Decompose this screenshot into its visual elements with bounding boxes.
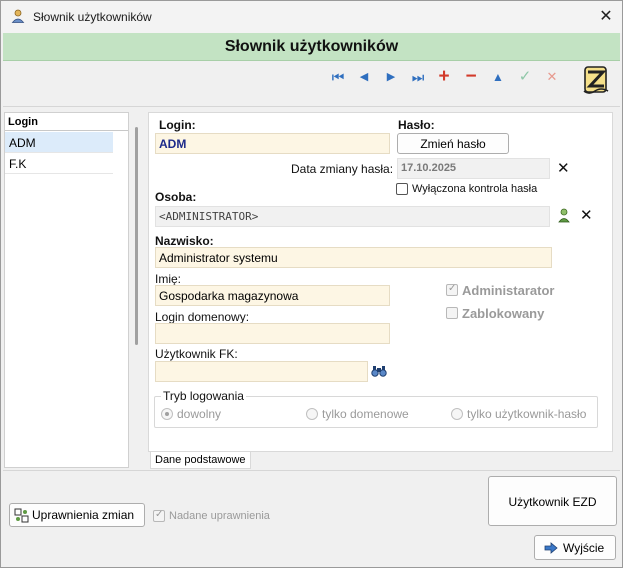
login-mode-domain-radio[interactable]	[306, 408, 318, 420]
domain-login-field[interactable]	[155, 323, 390, 344]
cancel-record-icon[interactable]: ✕	[543, 68, 561, 86]
list-item[interactable]: F.K	[5, 153, 113, 174]
clear-person-icon[interactable]: ✕	[580, 208, 593, 223]
surname-field[interactable]: Administrator systemu	[155, 247, 552, 268]
list-column-header: Login	[5, 113, 128, 131]
login-label: Login:	[159, 118, 196, 132]
app-window: Słownik użytkowników ✕ Słownik użytkowni…	[0, 0, 623, 568]
login-mode-user-password-radio[interactable]	[451, 408, 463, 420]
blocked-checkbox[interactable]	[446, 307, 458, 319]
last-record-icon[interactable]: ⏭	[409, 68, 427, 86]
clear-date-icon[interactable]: ✕	[557, 161, 570, 176]
domain-login-label: Login domenowy:	[155, 310, 250, 324]
bottom-divider	[3, 470, 620, 471]
first-name-field[interactable]: Gospodarka magazynowa	[155, 285, 390, 306]
select-person-icon[interactable]	[557, 208, 571, 223]
close-icon[interactable]: ✕	[595, 6, 617, 28]
users-list: Login ADM F.K	[4, 112, 129, 468]
scroll-logo-icon	[583, 66, 609, 94]
granted-permissions-checkbox[interactable]	[153, 509, 165, 522]
page-title: Słownik użytkowników	[224, 38, 399, 55]
change-password-button[interactable]: Zmień hasło	[397, 133, 509, 154]
login-mode-any-radio[interactable]	[161, 408, 173, 420]
permissions-icon	[14, 508, 29, 523]
tab-basic-data[interactable]: Dane podstawowe	[150, 452, 251, 469]
fk-user-label: Użytkownik FK:	[155, 347, 238, 361]
window-title: Słownik użytkowników	[33, 10, 152, 24]
first-record-icon[interactable]: ⏮	[329, 68, 347, 86]
next-record-icon[interactable]: ▶	[382, 68, 400, 86]
header-band: Słownik użytkowników	[3, 33, 620, 61]
first-name-label: Imię:	[155, 272, 182, 286]
login-mode-legend: Tryb logowania	[161, 389, 246, 403]
binoculars-icon[interactable]	[371, 365, 387, 377]
administrator-checkbox[interactable]	[446, 283, 458, 296]
person-field: <ADMINISTRATOR>	[155, 206, 550, 227]
login-mode-domain-label: tylko domenowe	[322, 407, 409, 421]
granted-permissions-label: Nadane uprawnienia	[169, 510, 270, 522]
login-field[interactable]: ADM	[155, 133, 390, 154]
user-icon	[11, 9, 25, 23]
disable-password-check-checkbox[interactable]	[396, 183, 408, 195]
permission-changes-label: Uprawnienia zmian	[32, 508, 135, 522]
blocked-label: Zablokowany	[462, 306, 545, 321]
add-record-icon[interactable]: +	[435, 67, 453, 86]
exit-button[interactable]: Wyjście	[534, 535, 616, 560]
disable-password-check-label: Wyłączona kontrola hasła	[412, 183, 538, 195]
navigation-toolbar: ⏮ ◀ ▶ ⏭ + − ▲ ✓ ✕	[3, 62, 620, 106]
prev-record-icon[interactable]: ◀	[355, 68, 373, 86]
password-label: Hasło:	[398, 118, 435, 132]
title-bar: Słownik użytkowników ✕	[1, 1, 622, 33]
list-item[interactable]: ADM	[5, 132, 113, 153]
exit-arrow-icon	[544, 542, 558, 554]
login-mode-user-password-label: tylko użytkownik-hasło	[467, 407, 587, 421]
fk-user-field[interactable]	[155, 361, 368, 382]
edit-record-icon[interactable]: ▲	[489, 68, 507, 86]
login-mode-any-label: dowolny	[177, 407, 222, 421]
exit-label: Wyjście	[563, 541, 605, 555]
password-change-date-field: 17.10.2025	[397, 158, 550, 179]
person-label: Osoba:	[155, 190, 197, 204]
delete-record-icon[interactable]: −	[462, 67, 480, 86]
administrator-label: Administarator	[462, 283, 555, 298]
ezd-user-button[interactable]: Użytkownik EZD	[488, 476, 617, 526]
list-scrollbar[interactable]	[135, 127, 138, 345]
password-change-date-label: Data zmiany hasła:	[291, 162, 394, 176]
permission-changes-button[interactable]: Uprawnienia zmian	[9, 503, 145, 527]
confirm-record-icon[interactable]: ✓	[516, 68, 534, 86]
toolbar-divider	[3, 106, 620, 107]
surname-label: Nazwisko:	[155, 234, 214, 248]
